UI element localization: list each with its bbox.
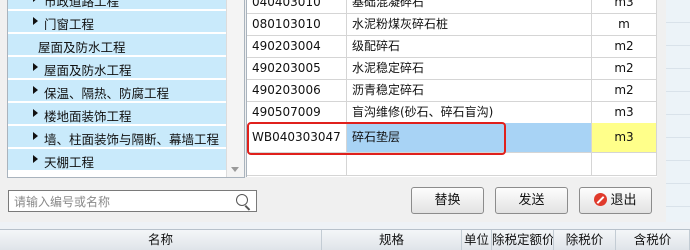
- tree-item[interactable]: 楼地面装饰工程: [8, 103, 226, 125]
- unit-cell: m2: [592, 79, 657, 102]
- code-cell: 490203006: [247, 79, 347, 102]
- empty-row: [247, 153, 657, 176]
- code-cell: 080103010: [247, 13, 347, 36]
- name-cell: 基础混凝碎石: [347, 0, 592, 14]
- search-box[interactable]: [8, 190, 257, 212]
- tree-item-label: 屋面及防水工程: [38, 40, 126, 55]
- header-spec[interactable]: 规格: [322, 230, 462, 250]
- tree-item[interactable]: 屋面及防水工程: [8, 57, 226, 79]
- tree-item[interactable]: 墙、柱面装饰与隔断、幕墙工程: [8, 126, 226, 148]
- header-name[interactable]: 名称: [0, 230, 322, 250]
- tree-item-label: 天棚工程: [44, 155, 95, 170]
- header-untaxed-quota-price[interactable]: 除税定额价: [492, 230, 554, 250]
- header-taxed-price[interactable]: 含税价: [616, 230, 690, 250]
- name-cell: 沥青稳定碎石: [347, 79, 592, 102]
- unit-cell: m2: [592, 57, 657, 80]
- code-cell: 490507009: [247, 101, 347, 124]
- table-row[interactable]: 490203004 级配碎石 m2: [247, 35, 657, 58]
- search-input[interactable]: [12, 193, 236, 211]
- name-cell: 级配碎石: [347, 35, 592, 58]
- code-cell: 040403010: [247, 0, 347, 14]
- unit-cell: m: [592, 13, 657, 36]
- background-grid-strip: [666, 0, 690, 230]
- header-gap: [0, 222, 690, 229]
- name-cell: 水泥稳定碎石: [347, 57, 592, 80]
- category-tree-list: 市政道路工程 门窗工程 屋面及防水工程 屋面及防水工程 保温、隔热、防腐工程 楼地面装饰工…: [8, 0, 226, 177]
- material-select-dialog: 市政道路工程 门窗工程 屋面及防水工程 屋面及防水工程 保温、隔热、防腐工程 楼地面装饰工…: [0, 0, 666, 222]
- name-cell: 盲沟维修(砂石、碎石盲沟): [347, 101, 592, 124]
- header-untaxed-price[interactable]: 除税价: [554, 230, 616, 250]
- tree-item-label: 屋面及防水工程: [44, 63, 132, 78]
- category-tree: 市政道路工程 门窗工程 屋面及防水工程 屋面及防水工程 保温、隔热、防腐工程 楼地面装饰工…: [7, 0, 245, 178]
- tree-item[interactable]: 门窗工程: [8, 11, 226, 33]
- exit-button[interactable]: 退出: [579, 187, 652, 214]
- tree-item-label: 门窗工程: [44, 17, 95, 32]
- table-row[interactable]: 040403010 基础混凝碎石 m3: [247, 0, 657, 14]
- table-row[interactable]: 080103010 水泥粉煤灰碎石桩 m: [247, 13, 657, 36]
- table-row[interactable]: 490507009 盲沟维修(砂石、碎石盲沟) m3: [247, 101, 657, 124]
- expand-arrow-icon[interactable]: [33, 17, 38, 25]
- selection-highlight-box: [247, 122, 506, 155]
- send-button-label: 发送: [518, 193, 545, 208]
- code-cell: 490203004: [247, 35, 347, 58]
- exit-icon: [594, 193, 608, 206]
- table-header: 名称 规格 单位 除税定额价 除税价 含税价: [0, 229, 690, 250]
- replace-button-label: 替换: [434, 193, 461, 208]
- unit-cell: m3: [592, 123, 657, 153]
- expand-arrow-icon[interactable]: [33, 155, 38, 163]
- expand-arrow-icon[interactable]: [33, 86, 38, 94]
- code-cell: 490203005: [247, 57, 347, 80]
- expand-arrow-icon[interactable]: [33, 132, 38, 140]
- unit-cell: m3: [592, 0, 657, 14]
- expand-arrow-icon[interactable]: [33, 63, 38, 71]
- name-cell: 水泥粉煤灰碎石桩: [347, 13, 592, 36]
- replace-button[interactable]: 替换: [411, 187, 484, 214]
- tree-item-label: 楼地面装饰工程: [44, 109, 132, 124]
- table-row[interactable]: 490203006 沥青稳定碎石 m2: [247, 79, 657, 102]
- tree-item[interactable]: 市政道路工程: [8, 0, 226, 10]
- tree-item-label: 墙、柱面装饰与隔断、幕墙工程: [44, 132, 220, 147]
- search-icon[interactable]: [236, 194, 248, 206]
- unit-cell: m3: [592, 101, 657, 124]
- unit-cell: m2: [592, 35, 657, 58]
- send-button[interactable]: 发送: [495, 187, 568, 214]
- table-row[interactable]: 490203005 水泥稳定碎石 m2: [247, 57, 657, 80]
- expand-arrow-icon[interactable]: [33, 0, 38, 2]
- tree-item[interactable]: 保温、隔热、防腐工程: [8, 80, 226, 102]
- tree-scrollbar[interactable]: [226, 0, 244, 177]
- tree-item-label: 保温、隔热、防腐工程: [44, 86, 170, 101]
- tree-item[interactable]: 屋面及防水工程: [8, 34, 226, 56]
- scroll-down-icon[interactable]: [231, 167, 239, 172]
- tree-item[interactable]: 天棚工程: [8, 149, 226, 171]
- expand-arrow-icon[interactable]: [33, 109, 38, 117]
- tree-item-label: 市政道路工程: [44, 0, 120, 9]
- exit-button-label: 退出: [610, 193, 637, 208]
- header-unit[interactable]: 单位: [462, 230, 492, 250]
